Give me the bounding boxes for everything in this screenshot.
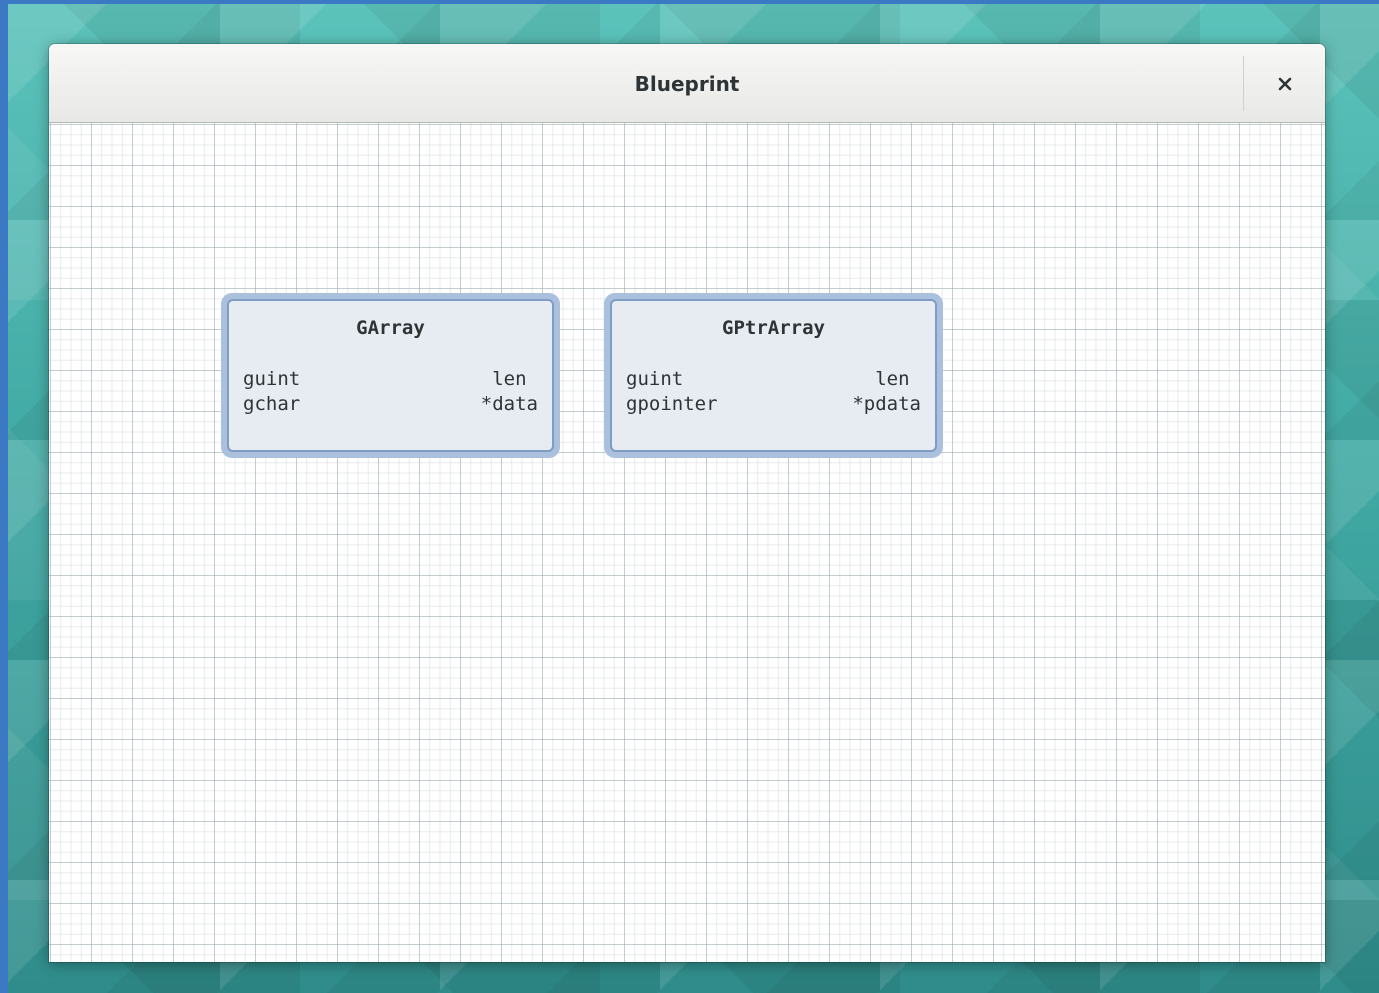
app-window: Blueprint GArray guint len gchar *data G… bbox=[49, 44, 1325, 962]
field-type: gchar bbox=[243, 393, 301, 415]
struct-title: GPtrArray bbox=[722, 317, 825, 339]
struct-field: guint len bbox=[243, 367, 538, 391]
struct-box-gptrarray[interactable]: GPtrArray guint len gpointer *pdata bbox=[604, 293, 943, 458]
window-title: Blueprint bbox=[634, 72, 740, 96]
header-separator bbox=[1243, 56, 1244, 111]
field-name: *data bbox=[480, 393, 538, 415]
struct-field: gchar *data bbox=[243, 392, 538, 416]
struct-body: GPtrArray guint len gpointer *pdata bbox=[610, 299, 937, 452]
field-type: gpointer bbox=[626, 393, 718, 415]
field-name: *pdata bbox=[852, 393, 921, 415]
struct-field: guint len bbox=[626, 367, 921, 391]
field-name: len bbox=[875, 368, 921, 390]
grid-canvas[interactable]: GArray guint len gchar *data GPtrArray g… bbox=[49, 123, 1325, 962]
struct-title: GArray bbox=[356, 317, 425, 339]
field-type: guint bbox=[243, 368, 301, 390]
close-button[interactable] bbox=[1265, 66, 1305, 102]
field-type: guint bbox=[626, 368, 684, 390]
close-icon bbox=[1277, 76, 1293, 92]
screen-edge bbox=[0, 0, 1379, 4]
struct-box-garray[interactable]: GArray guint len gchar *data bbox=[221, 293, 560, 458]
struct-body: GArray guint len gchar *data bbox=[227, 299, 554, 452]
struct-field: gpointer *pdata bbox=[626, 392, 921, 416]
header-bar[interactable]: Blueprint bbox=[49, 44, 1325, 123]
screen-edge bbox=[0, 0, 8, 993]
field-name: len bbox=[492, 368, 538, 390]
